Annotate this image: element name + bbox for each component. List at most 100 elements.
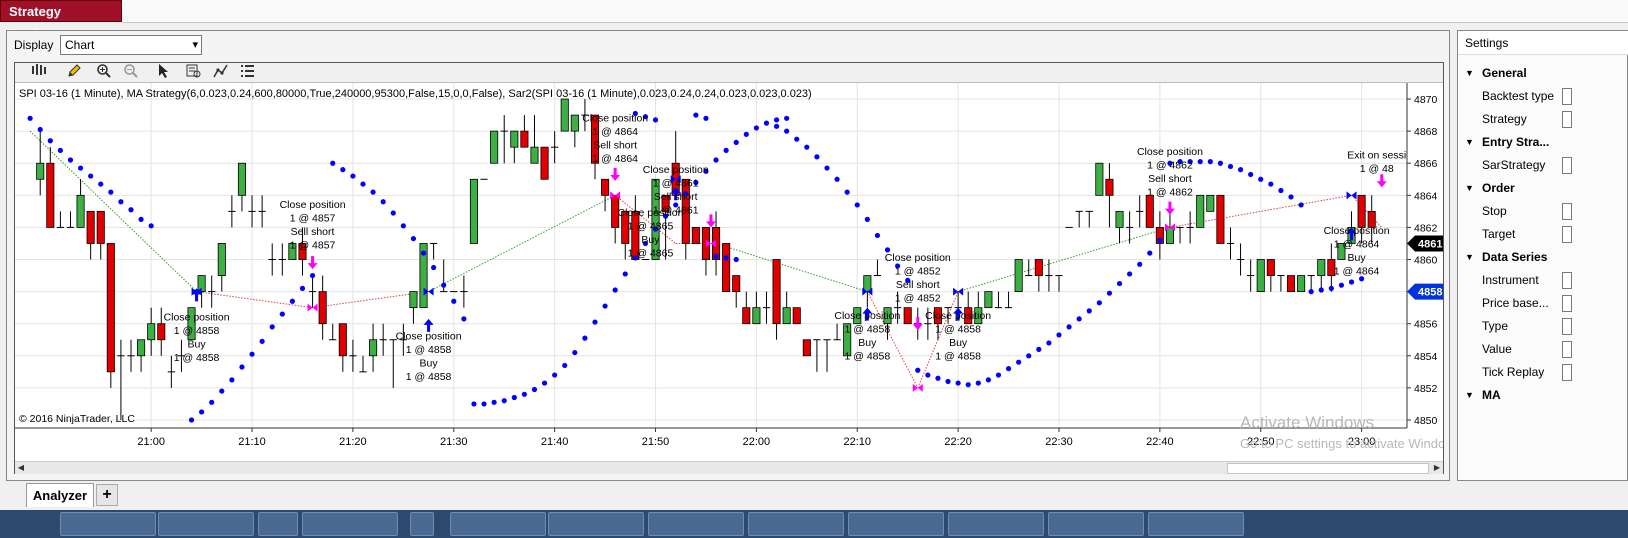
settings-property[interactable]: SarStrategy: [1458, 156, 1628, 174]
data-box-icon[interactable]: [182, 63, 206, 82]
trade-label: Close position: [885, 252, 951, 264]
trade-label: 1 @ 4862: [1147, 160, 1193, 172]
taskbar-button[interactable]: [158, 512, 254, 536]
sar-dot: [400, 223, 406, 229]
settings-value-field[interactable]: [1562, 226, 1572, 243]
price-chart[interactable]: Close position1 @ 4858Buy1 @ 4858Close p…: [15, 83, 1443, 460]
display-select[interactable]: Chart ▾: [60, 35, 202, 55]
sar-dot: [1298, 202, 1304, 208]
add-tab-button[interactable]: +: [96, 484, 118, 506]
settings-category[interactable]: ▼ Entry Stra...: [1458, 133, 1628, 151]
settings-property[interactable]: Stop: [1458, 202, 1628, 220]
settings-property[interactable]: Type: [1458, 317, 1628, 335]
settings-value-field[interactable]: [1562, 318, 1572, 335]
horizontal-scrollbar[interactable]: ◀ ▶: [15, 461, 1443, 474]
taskbar-button[interactable]: [748, 512, 844, 536]
settings-category[interactable]: ▼ General: [1458, 64, 1628, 82]
sar-dot: [118, 199, 124, 205]
tab-analyzer[interactable]: Analyzer: [26, 483, 94, 507]
candle-body: [1196, 194, 1205, 228]
taskbar-button[interactable]: [60, 512, 156, 536]
collapse-caret-icon[interactable]: ▼: [1465, 386, 1474, 404]
collapse-caret-icon[interactable]: ▼: [1465, 179, 1474, 197]
sar-dot: [572, 349, 578, 356]
chart-toolbar: [15, 63, 1443, 83]
settings-category[interactable]: ▼ MA: [1458, 386, 1628, 404]
taskbar-button[interactable]: [258, 512, 298, 536]
y-tick-label: 4854: [1414, 351, 1438, 363]
settings-value-field[interactable]: [1562, 157, 1572, 174]
candle-body: [157, 323, 166, 341]
settings-category-label: MA: [1482, 388, 1501, 402]
sar-dot: [582, 335, 588, 341]
pointer-icon[interactable]: [152, 63, 176, 82]
settings-property[interactable]: Price base...: [1458, 294, 1628, 312]
pencil-icon[interactable]: [62, 63, 86, 82]
taskbar-button[interactable]: [450, 512, 546, 536]
taskbar-button[interactable]: [648, 512, 744, 536]
sar-dot: [995, 372, 1002, 378]
zoom-out-icon[interactable]: [119, 63, 143, 82]
sar-dot: [1338, 282, 1345, 288]
x-tick-label: 21:40: [541, 436, 569, 448]
taskbar-button[interactable]: [948, 512, 1044, 536]
trade-label: 1 @ 4852: [895, 293, 941, 305]
settings-category[interactable]: ▼ Order: [1458, 179, 1628, 197]
sar-dot: [1076, 316, 1082, 322]
scroll-left-icon[interactable]: ◀: [15, 462, 27, 474]
candle-body: [217, 243, 226, 276]
settings-value-field[interactable]: [1562, 341, 1572, 358]
sar-dot: [562, 362, 568, 369]
settings-value-field[interactable]: [1562, 272, 1572, 289]
settings-value-field[interactable]: [1562, 111, 1572, 128]
sar-dot: [784, 128, 790, 134]
settings-property[interactable]: Instrument: [1458, 271, 1628, 289]
list-icon[interactable]: [236, 63, 260, 82]
taskbar-button[interactable]: [1048, 512, 1144, 536]
collapse-caret-icon[interactable]: ▼: [1465, 248, 1474, 266]
scroll-right-icon[interactable]: ▶: [1431, 462, 1443, 474]
display-select-value: Chart: [65, 38, 95, 52]
settings-property[interactable]: Strategy: [1458, 110, 1628, 128]
trade-label: Buy: [188, 338, 207, 350]
draw-line-icon[interactable]: [209, 63, 233, 82]
candle-body: [1286, 275, 1296, 293]
scroll-thumb[interactable]: [1227, 463, 1429, 474]
sar-dot: [773, 117, 780, 123]
bars-icon[interactable]: [27, 63, 51, 82]
settings-property[interactable]: Value: [1458, 340, 1628, 358]
sar-dot: [622, 271, 628, 277]
trade-label: Sell short: [654, 191, 698, 203]
trade-label: Close position: [164, 311, 230, 323]
taskbar-button[interactable]: [848, 512, 944, 536]
sar-dot: [955, 380, 961, 386]
price-marker-label: 4861: [1418, 238, 1442, 250]
candle-body: [137, 339, 146, 357]
taskbar-button[interactable]: [410, 512, 434, 536]
taskbar-button[interactable]: [302, 512, 398, 536]
settings-property[interactable]: Target: [1458, 225, 1628, 243]
settings-header: Settings: [1458, 31, 1628, 55]
sar-dot: [461, 316, 467, 322]
trade-label: Close position: [1137, 146, 1203, 158]
settings-value-field[interactable]: [1562, 203, 1572, 220]
settings-property[interactable]: Backtest type: [1458, 87, 1628, 105]
settings-value-field[interactable]: [1562, 88, 1572, 105]
trade-label: 1 @ 4857: [290, 213, 336, 225]
y-tick-label: 4856: [1414, 319, 1438, 331]
candle-body: [46, 162, 55, 228]
sar-dot: [67, 157, 74, 163]
collapse-caret-icon[interactable]: ▼: [1465, 133, 1474, 151]
taskbar-button[interactable]: [1148, 512, 1244, 536]
zoom-in-icon[interactable]: [92, 63, 116, 82]
settings-property[interactable]: Tick Replay: [1458, 363, 1628, 381]
taskbar-button[interactable]: [548, 512, 644, 536]
settings-value-field[interactable]: [1562, 364, 1572, 381]
x-tick-label: 22:30: [1045, 436, 1073, 448]
collapse-caret-icon[interactable]: ▼: [1465, 64, 1474, 82]
settings-category[interactable]: ▼ Data Series: [1458, 248, 1628, 266]
settings-value-field[interactable]: [1562, 295, 1572, 312]
candle-body: [1165, 227, 1174, 244]
price-marker-label: 4858: [1418, 287, 1442, 299]
sar-dot: [229, 377, 235, 383]
